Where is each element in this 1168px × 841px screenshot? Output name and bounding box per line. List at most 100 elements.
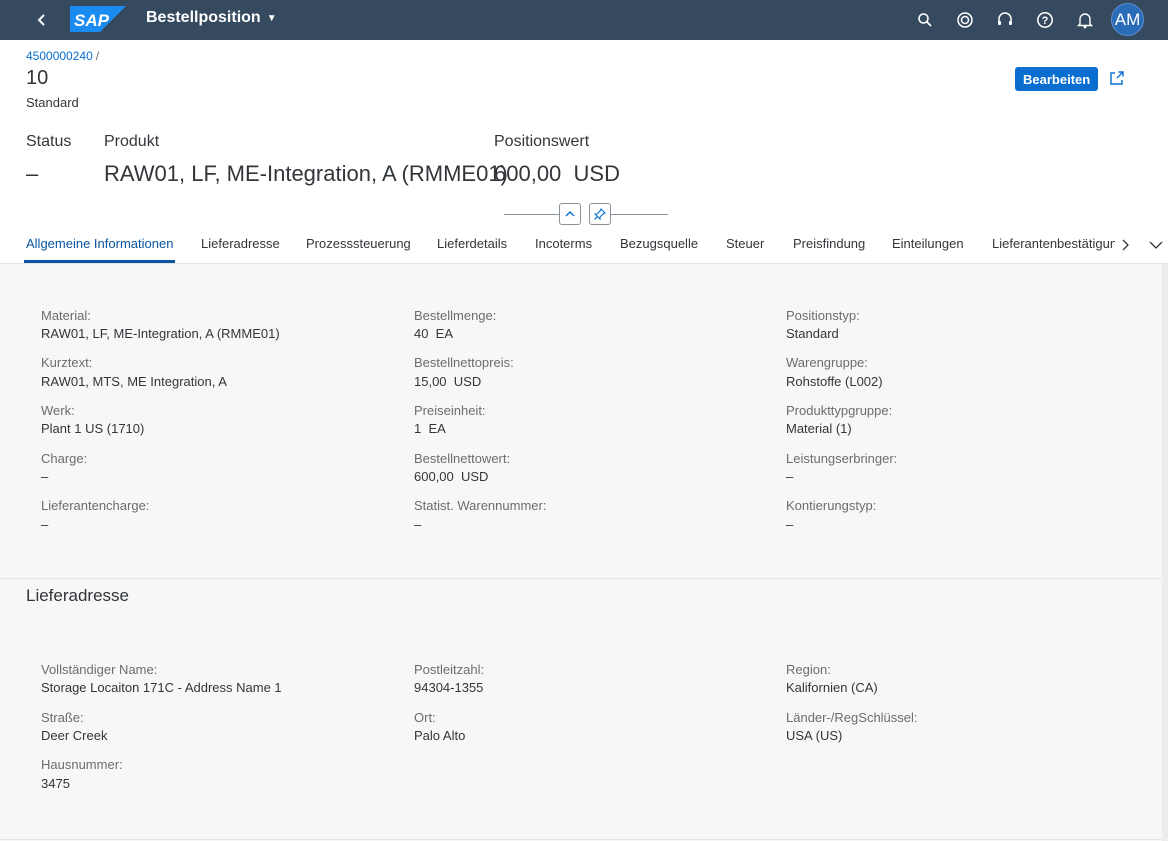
pin-icon [594,208,606,220]
caret-down-icon: ▼ [266,12,277,24]
field-label-supplier-batch: Lieferantencharge: [41,498,150,513]
app-title: Bestellposition [146,9,261,26]
bell-icon [1077,13,1093,29]
search-button[interactable] [912,7,938,33]
app-title-menu[interactable]: Bestellposition ▼ [146,9,277,27]
tab-supplier-confirmations-label: Lieferantenbestätigungen [992,236,1115,251]
kpi-item-value-label: Positionswert [494,133,590,150]
field-label-material: Material: [41,308,91,323]
field-value-commodity-code: – [414,517,422,532]
logo-text: SAP [74,11,110,30]
section-general-information: Material: RAW01, LF, ME-Integration, A (… [0,264,1162,579]
field-value-net-price: 15,00 USD [414,374,482,389]
page-scrollbar[interactable] [1162,264,1168,841]
field-label-batch: Charge: [41,451,88,466]
field-value-net-value: 600,00 USD [414,469,489,484]
field-value-material: RAW01, LF, ME-Integration, A (RMME01) [41,326,280,341]
share-icon [1110,71,1124,85]
field-label-item-category: Positionstyp: [786,308,860,323]
field-value-street: Deer Creek [41,728,108,743]
field-label-region: Region: [786,662,831,677]
field-label-commodity-code: Statist. Warennummer: [414,498,547,513]
field-label-net-value: Bestellnettowert: [414,451,511,466]
header-divider-left [504,214,559,215]
field-label-plant: Werk: [41,403,75,418]
tab-schedule-lines[interactable]: Einteilungen [892,236,964,251]
edit-button[interactable]: Bearbeiten [1015,67,1099,91]
tab-delivery-address[interactable]: Lieferadresse [201,236,280,251]
kpi-status-label: Status [26,133,72,150]
headset-icon [998,12,1012,25]
pin-header-button[interactable] [589,203,611,225]
chevron-left-icon [37,14,45,26]
tab-source-of-supply[interactable]: Bezugsquelle [620,236,698,251]
header-divider-right [611,214,668,215]
tab-general-information[interactable]: Allgemeine Informationen [26,236,173,251]
shell-bar: SAP Bestellposition ▼ ? AM [0,0,1168,40]
tab-delivery-details[interactable]: Lieferdetails [437,236,507,251]
copilot-button[interactable] [952,7,978,33]
field-value-supplier-batch: – [41,517,49,532]
field-label-net-price: Bestellnettopreis: [414,355,514,370]
back-button[interactable] [30,8,54,32]
chevron-down-icon [1149,241,1163,249]
scroll-tabs-right-button[interactable] [1117,236,1133,254]
tab-incoterms[interactable]: Incoterms [535,236,592,251]
tab-supplier-confirmations[interactable]: Lieferantenbestätigungen [992,236,1115,251]
field-label-account-assignment: Kontierungstyp: [786,498,877,513]
help-icon: ? [1037,12,1053,28]
field-value-house-number: 3475 [41,776,70,791]
shell-actions: ? [912,7,1098,33]
chevron-right-icon [1122,239,1129,251]
field-value-batch: – [41,469,49,484]
field-label-order-quantity: Bestellmenge: [414,308,497,323]
field-value-plant: Plant 1 US (1710) [41,421,145,436]
field-value-product-type-group: Material (1) [786,421,852,436]
section-title-delivery-address: Lieferadresse [26,586,130,605]
breadcrumb: 4500000240/ [26,49,99,63]
page-subtitle: Standard [26,95,79,110]
svg-text:?: ? [1042,15,1049,27]
field-value-postal-code: 94304-1355 [414,680,484,695]
sap-logo[interactable]: SAP [70,6,126,32]
tabs-overflow-button[interactable] [1148,236,1164,254]
tab-tax[interactable]: Steuer [726,236,764,251]
section-divider-bottom [0,839,1162,840]
field-label-price-unit: Preiseinheit: [414,403,486,418]
anchor-bar: Allgemeine Informationen Lieferadresse P… [0,228,1168,264]
avatar[interactable]: AM [1111,3,1144,36]
field-value-material-group: Rohstoffe (L002) [786,374,883,389]
field-label-short-text: Kurztext: [41,355,93,370]
field-value-city: Palo Alto [414,728,466,743]
field-value-order-quantity: 40 EA [414,326,454,341]
collapse-header-button[interactable] [559,203,581,225]
share-button[interactable] [1108,69,1128,89]
field-label-material-group: Warengruppe: [786,355,868,370]
kpi-item-value: 600,00 USD [494,161,620,186]
support-button[interactable] [992,7,1018,33]
breadcrumb-link[interactable]: 4500000240 [26,49,93,63]
kpi-product-label: Produkt [104,133,160,150]
kpi-product-value: RAW01, LF, ME-Integration, A (RMME01) [104,161,508,186]
tab-process-control[interactable]: Prozesssteuerung [306,236,411,251]
copilot-icon [957,12,973,28]
field-label-house-number: Hausnummer: [41,757,123,772]
notifications-button[interactable] [1072,7,1098,33]
field-value-account-assignment: – [786,517,794,532]
page-title: 10 [26,67,49,89]
field-value-short-text: RAW01, MTS, ME Integration, A [41,374,227,389]
field-label-city: Ort: [414,710,436,725]
tab-pricing[interactable]: Preisfindung [793,236,865,251]
field-label-full-name: Vollständiger Name: [41,662,158,677]
field-value-item-category: Standard [786,326,839,341]
help-button[interactable]: ? [1032,7,1058,33]
field-label-postal-code: Postleitzahl: [414,662,485,677]
active-tab-indicator [24,260,175,263]
kpi-status-value: – [26,161,39,186]
field-label-street: Straße: [41,710,84,725]
field-value-price-unit: 1 EA [414,421,446,436]
field-value-region: Kalifornien (CA) [786,680,878,695]
field-value-country-region-key: USA (US) [786,728,843,743]
field-label-country-region-key: Länder-/RegSchlüssel: [786,710,918,725]
field-label-service-performer: Leistungserbringer: [786,451,898,466]
